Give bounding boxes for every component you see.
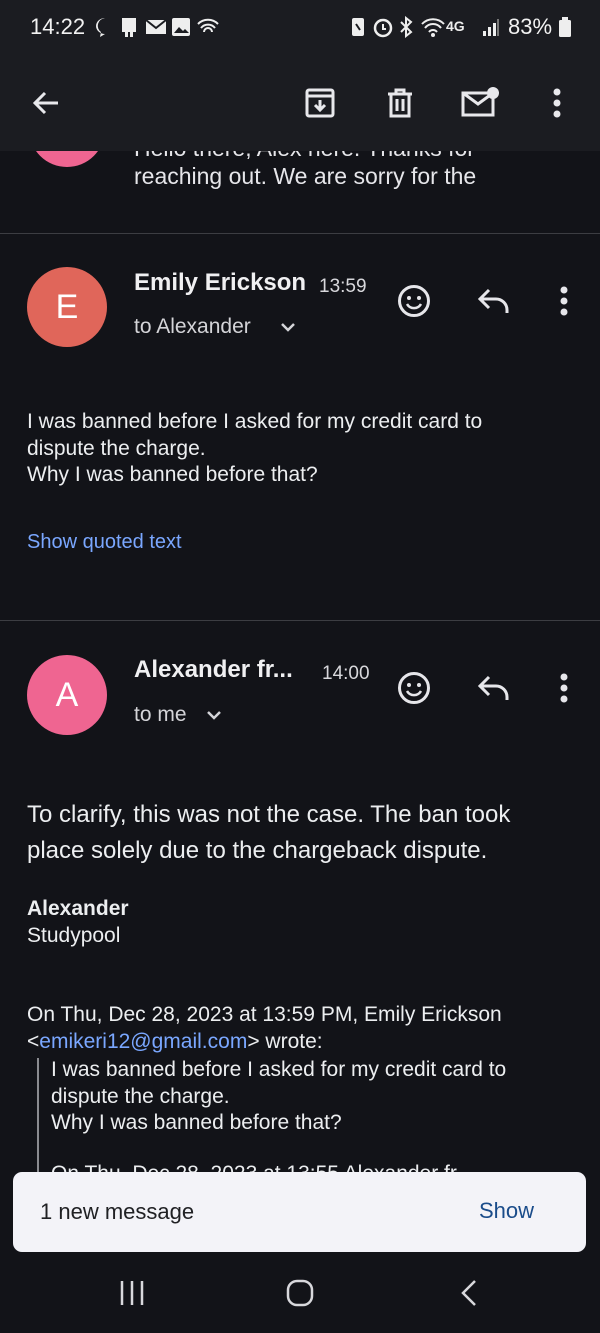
sender-name: Emily Erickson [134,269,307,296]
signature-org: Studypool [27,924,121,947]
network-type: 4G [446,18,465,34]
quote-email-open: < [27,1029,40,1053]
avatar[interactable]: E [27,267,107,347]
chevron-down-icon[interactable] [206,708,222,722]
chevron-down-icon[interactable] [280,320,296,334]
message-more-icon[interactable] [540,277,588,325]
quoted-line: dispute the charge. [51,1084,230,1108]
wifi-calling-icon [196,16,220,38]
quoted-text: I was banned before I asked for my credi… [51,1057,506,1137]
divider [0,233,600,234]
reply-icon[interactable] [470,277,518,325]
message-body: To clarify, this was not the case. The b… [27,797,510,869]
message-body-line: I was banned before I asked for my credi… [27,410,483,433]
show-quoted-text-link[interactable]: Show quoted text [27,529,182,556]
back-arrow-icon[interactable] [21,78,71,128]
message-time: 14:00 [322,663,370,684]
sender-name: Alexander fr... [134,656,293,683]
status-time: 14:22 [30,14,86,39]
wifi-icon [420,16,446,38]
previous-message[interactable]: Hello there, Alex here. Thanks for reach… [0,151,600,233]
quote-header-line: On Thu, Dec 28, 2023 at 13:59 PM, Emily … [27,1003,502,1026]
snackbar-text: 1 new message [40,1199,195,1224]
app-bar [0,56,600,151]
recipient-details[interactable]: to me [134,703,187,727]
emoji-reaction-icon[interactable] [390,664,438,712]
quote-header: On Thu, Dec 28, 2023 at 13:59 PM, Emily … [27,1002,502,1055]
message-body: I was banned before I asked for my credi… [27,409,482,489]
divider [0,620,600,621]
home-icon[interactable] [285,1278,315,1308]
status-bar: 14:22 4G 83% [0,0,600,56]
avatar [29,151,105,167]
sender-email-link[interactable]: emikeri12@gmail.com [39,1030,247,1053]
message-body-line: dispute the charge. [27,436,206,460]
nfc-icon [350,16,366,38]
archive-icon[interactable] [295,78,345,128]
app-notification-icon [119,16,139,38]
emoji-reaction-icon[interactable] [390,277,438,325]
reply-icon[interactable] [470,664,518,712]
battery-percentage: 83% [508,14,553,39]
more-options-icon[interactable] [532,78,582,128]
bluetooth-icon [398,16,414,38]
recipient-details[interactable]: to Alexander [134,315,251,339]
previous-message-line: Hello there, Alex here. Thanks for [134,151,475,162]
alarm-icon [372,16,394,38]
message-body-line: To clarify, this was not the case. The b… [27,801,511,828]
quoted-line: I was banned before I asked for my credi… [51,1058,507,1081]
message-more-icon[interactable] [540,664,588,712]
gallery-notification-icon [171,16,191,38]
message-body-line: place solely due to the chargeback dispu… [27,837,488,864]
signature-name: Alexander [27,897,129,920]
show-button[interactable]: Show [479,1198,534,1224]
signal-icon [482,16,500,38]
navigation-bar [0,1258,600,1333]
recent-apps-icon[interactable] [117,1278,147,1308]
delete-icon[interactable] [375,78,425,128]
back-icon[interactable] [455,1278,485,1308]
message-time: 13:59 [319,276,367,297]
quoted-line: Why I was banned before that? [51,1111,342,1134]
email-notification-icon [145,16,167,38]
message-body-line: Why I was banned before that? [27,463,318,486]
avatar[interactable]: A [27,655,107,735]
quote-header-email-line: <emikeri12@gmail.com> wrote: [27,1029,502,1056]
mark-unread-icon[interactable] [455,78,505,128]
battery-icon [558,16,572,38]
new-message-snackbar: 1 new message Show [13,1172,586,1252]
previous-message-line: reaching out. We are sorry for the [134,163,477,189]
quote-bar [37,1058,39,1178]
chat-notification-icon [94,16,116,38]
quote-email-close: > wrote: [247,1029,323,1053]
